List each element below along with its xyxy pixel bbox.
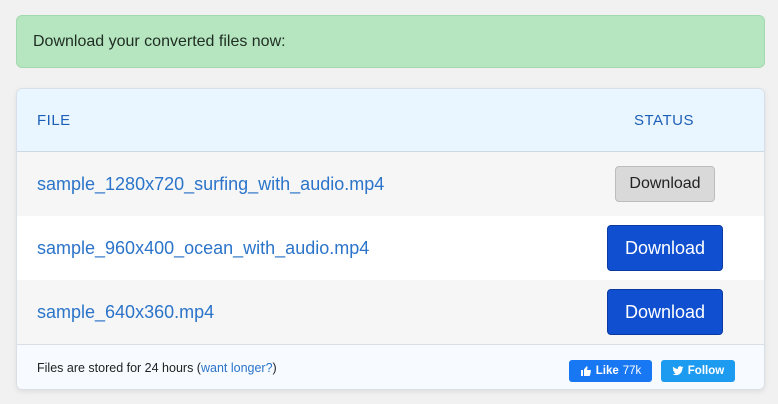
- files-card: FILE STATUS sample_1280x720_surfing_with…: [16, 88, 765, 390]
- card-footer: Files are stored for 24 hours (want long…: [17, 344, 764, 389]
- thumbs-up-icon: [580, 366, 591, 377]
- file-link[interactable]: sample_960x400_ocean_with_audio.mp4: [37, 238, 369, 259]
- column-header-status: STATUS: [634, 111, 694, 129]
- like-label: Like: [595, 365, 619, 377]
- download-button[interactable]: Download: [615, 166, 715, 202]
- file-link[interactable]: sample_640x360.mp4: [37, 302, 214, 323]
- download-button[interactable]: Download: [607, 225, 723, 271]
- want-longer-link[interactable]: want longer?: [201, 361, 273, 375]
- storage-note-suffix: ): [272, 360, 277, 375]
- success-alert: Download your converted files now:: [16, 15, 765, 68]
- table-row: sample_640x360.mp4 Download: [17, 280, 764, 344]
- table-header: FILE STATUS: [17, 89, 764, 152]
- file-link[interactable]: sample_1280x720_surfing_with_audio.mp4: [37, 174, 384, 195]
- twitter-follow-button[interactable]: Follow: [661, 360, 735, 382]
- table-row: sample_1280x720_surfing_with_audio.mp4 D…: [17, 152, 764, 216]
- follow-label: Follow: [687, 365, 725, 377]
- like-count: 77k: [622, 365, 642, 377]
- twitter-bird-icon: [672, 366, 684, 376]
- download-button[interactable]: Download: [607, 289, 723, 335]
- alert-text: Download your converted files now:: [33, 32, 286, 50]
- storage-note: Files are stored for 24 hours (want long…: [37, 361, 277, 375]
- column-header-file: FILE: [37, 111, 71, 129]
- storage-note-prefix: Files are stored for 24 hours (: [37, 360, 201, 375]
- table-row: sample_960x400_ocean_with_audio.mp4 Down…: [17, 216, 764, 280]
- facebook-like-button[interactable]: Like 77k: [569, 360, 652, 382]
